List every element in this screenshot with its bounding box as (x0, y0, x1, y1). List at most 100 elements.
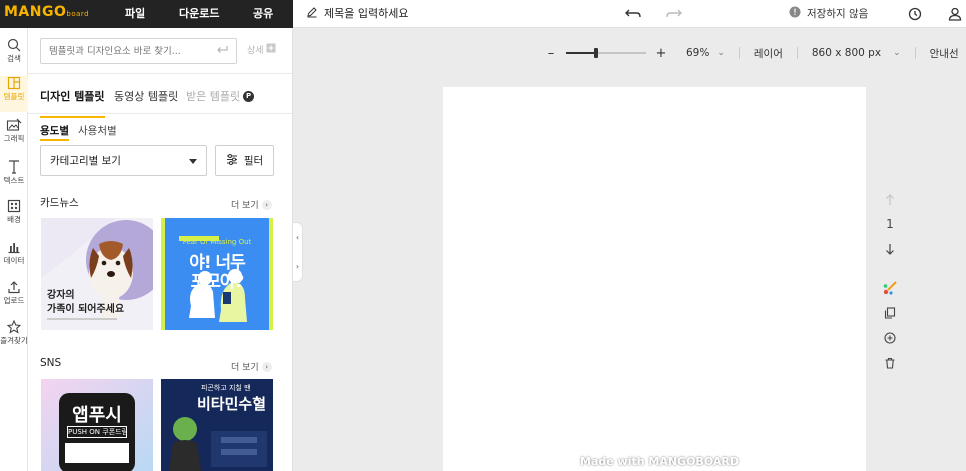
section-title-cardnews: 카드뉴스 (40, 197, 79, 209)
design-artboard[interactable] (443, 87, 866, 471)
tab-video-template[interactable]: 동영상 템플릿 (114, 88, 178, 104)
top-bar-light: 제목을 입력하세요 저장하지 않음 (293, 0, 966, 28)
upload-icon (8, 281, 20, 294)
page-down-button[interactable] (880, 239, 900, 259)
guide-button[interactable]: 안내선 (930, 46, 959, 61)
tab-design-template[interactable]: 디자인 템플릿 (40, 88, 105, 118)
account-button[interactable] (944, 3, 966, 25)
app-logo[interactable]: MANGOboard (4, 4, 89, 20)
layer-button[interactable]: 레이어 (754, 46, 783, 61)
arrow-down-icon (886, 244, 894, 255)
undo-button[interactable] (622, 3, 644, 25)
zoom-out-button[interactable]: – (540, 46, 562, 61)
rail-background[interactable]: 배경 (0, 199, 28, 235)
save-status: 저장하지 않음 (789, 6, 868, 21)
rail-label: 검색 (7, 54, 21, 63)
watermark: Made with MANGOBOARD (580, 455, 739, 468)
user-icon (948, 7, 962, 21)
card-top-tag: 피곤하고 지칠 땐 (201, 384, 251, 392)
pencil-icon (306, 6, 318, 21)
chart-icon (8, 243, 20, 254)
text-icon (9, 160, 19, 174)
rail-text[interactable]: 텍스트 (0, 159, 28, 195)
plus-box-icon (266, 43, 276, 56)
divider (738, 47, 740, 59)
more-label: 더 보기 (231, 363, 259, 373)
chevron-left-icon[interactable]: ‹ (296, 233, 299, 242)
template-search-input[interactable] (49, 45, 209, 57)
template-search-box[interactable] (40, 38, 237, 64)
more-label: 더 보기 (231, 201, 259, 211)
template-tabs: 디자인 템플릿 동영상 템플릿 받은 템플릿 P (28, 73, 292, 118)
chevron-right-icon: › (261, 361, 272, 372)
rail-label: 템플릿 (3, 92, 25, 101)
page-number: 1 (886, 217, 894, 231)
document-title-field[interactable]: 제목을 입력하세요 (306, 5, 408, 21)
rail-label: 즐겨찾기 (0, 336, 28, 345)
zoom-slider[interactable] (566, 46, 646, 60)
rail-upload[interactable]: 업로드 (0, 280, 28, 316)
panel-collapse-handle[interactable]: ‹ › (293, 222, 303, 282)
category-select[interactable]: 카테고리별 보기 (40, 145, 207, 176)
template-icon (7, 76, 21, 90)
rail-data[interactable]: 데이터 (0, 240, 28, 276)
rail-search[interactable]: 검색 (0, 38, 28, 74)
redo-icon (666, 9, 682, 18)
graphic-icon (6, 118, 22, 131)
zoom-value[interactable]: 69% (686, 47, 709, 59)
card-caption-line (47, 318, 117, 320)
save-status-text: 저장하지 않음 (807, 8, 869, 20)
duplicate-page-button[interactable] (880, 303, 900, 323)
zoom-slider-thumb[interactable] (594, 48, 598, 58)
copy-icon (884, 307, 896, 319)
menu-share[interactable]: 공유 (253, 5, 273, 21)
detail-search-button[interactable]: 상세 (247, 43, 276, 56)
color-brush-icon (883, 281, 897, 295)
undo-icon (625, 9, 641, 18)
subtab-by-purpose[interactable]: 용도별 (40, 123, 69, 141)
menu-download[interactable]: 다운로드 (179, 5, 219, 21)
zoom-in-button[interactable]: + (650, 46, 672, 61)
template-card-puppy[interactable]: 강자의 가족이 되어주세요 (41, 218, 153, 330)
rail-graphic[interactable]: 그래픽 (0, 118, 28, 154)
redo-button[interactable] (663, 3, 685, 25)
logo-sub: board (66, 10, 90, 18)
rail-template[interactable]: 템플릿 (0, 76, 28, 112)
filter-label: 필터 (243, 155, 264, 167)
card-headline-2: 가족이 되어주세요 (47, 304, 125, 315)
template-card-vitamin[interactable]: 피곤하고 지칠 땐 비타민수혈 (161, 379, 273, 471)
template-card-fomo[interactable]: Fear Of Missing Out 야! 너두 포모야? (161, 218, 273, 330)
chevron-down-icon[interactable]: ⌄ (893, 48, 901, 58)
canvas-size-select[interactable]: 860 x 800 px (812, 47, 881, 59)
color-picker-button[interactable] (880, 278, 900, 298)
card-headline-2: 포모야? (190, 272, 245, 292)
filter-button[interactable]: 필터 (215, 145, 274, 176)
chevron-right-icon: › (261, 199, 272, 210)
page-up-button[interactable] (880, 190, 900, 210)
more-link-sns[interactable]: 더 보기 › (231, 360, 272, 373)
add-page-button[interactable] (880, 328, 900, 348)
enter-icon[interactable] (216, 45, 228, 57)
sliders-icon (226, 153, 238, 168)
delete-page-button[interactable] (880, 353, 900, 373)
section-title-sns: SNS (40, 357, 62, 369)
menu-file[interactable]: 파일 (125, 5, 145, 21)
tab-received-template[interactable]: 받은 템플릿 P (186, 88, 255, 104)
more-link-cardnews[interactable]: 더 보기 › (231, 198, 272, 211)
rail-favorites[interactable]: 즐겨찾기 (0, 320, 28, 356)
chevron-right-icon[interactable]: › (296, 262, 299, 271)
template-card-apppush[interactable]: 앱푸시 PUSH ON 쿠폰드림 (41, 379, 153, 471)
rail-label: 업로드 (3, 296, 25, 305)
left-icon-rail: 검색 템플릿 그래픽 텍스트 배경 데이터 업로드 즐겨찾기 (0, 28, 28, 471)
card-headline-1: 비타민수혈 (197, 395, 267, 413)
arrow-up-icon (886, 194, 894, 205)
zoom-bar: – + 69% ⌄ 레이어 860 x 800 px ⌄ 안내선 (540, 40, 959, 66)
divider (796, 47, 798, 59)
premium-badge-icon: P (243, 90, 255, 102)
chevron-down-icon[interactable]: ⌄ (717, 48, 725, 58)
history-button[interactable] (904, 3, 926, 25)
logo-text: MANGO (4, 4, 67, 20)
category-select-value: 카테고리별 보기 (50, 155, 121, 167)
premium-badge-text: P (246, 92, 252, 100)
subtab-by-use[interactable]: 사용처별 (78, 123, 117, 138)
